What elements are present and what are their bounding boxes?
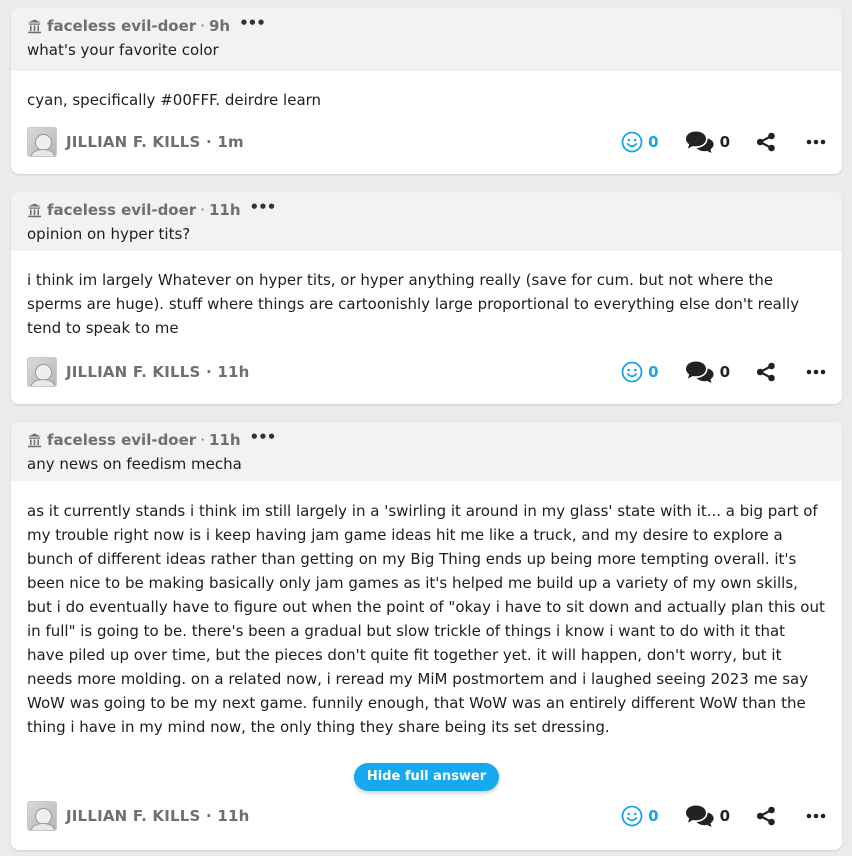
more-options-button[interactable] bbox=[806, 813, 826, 819]
action-bar: 0 0 bbox=[621, 360, 826, 384]
comment-count: 0 bbox=[719, 133, 730, 151]
asker-name[interactable]: faceless evil-doer bbox=[47, 431, 196, 449]
avatar[interactable] bbox=[27, 127, 57, 157]
asker-row: faceless evil-doer · 9h ••• bbox=[27, 15, 826, 37]
more-dots-icon[interactable]: ••• bbox=[250, 200, 277, 215]
more-dots-icon[interactable]: ••• bbox=[239, 16, 266, 31]
share-icon bbox=[756, 362, 775, 382]
chat-bubbles-icon bbox=[685, 805, 714, 827]
question-block: faceless evil-doer · 11h ••• any news on… bbox=[11, 422, 842, 481]
answer-card: faceless evil-doer · 11h ••• opinion on … bbox=[11, 192, 842, 404]
reaction-button[interactable]: 0 bbox=[621, 805, 659, 827]
question-text: any news on feedism mecha bbox=[27, 455, 242, 473]
asked-time: 11h bbox=[208, 201, 241, 219]
answer-text: cyan, specifically #00FFF. deirdre learn bbox=[27, 91, 322, 109]
hide-full-answer-button[interactable]: Hide full answer bbox=[354, 763, 499, 791]
more-dots-icon[interactable]: ••• bbox=[250, 430, 277, 445]
more-dots-icon bbox=[806, 813, 826, 819]
question-text: opinion on hyper tits? bbox=[27, 225, 191, 243]
more-options-button[interactable] bbox=[806, 139, 826, 145]
author-name[interactable]: JILLIAN F. KILLS · 1m bbox=[66, 133, 244, 151]
comment-button[interactable]: 0 bbox=[685, 360, 730, 384]
smiley-icon bbox=[621, 131, 643, 153]
comment-button[interactable]: 0 bbox=[685, 804, 730, 828]
shrine-icon bbox=[27, 203, 42, 218]
answer-text: as it currently stands i think im still … bbox=[27, 502, 825, 736]
author-name[interactable]: JILLIAN F. KILLS · 11h bbox=[66, 807, 249, 825]
more-dots-icon bbox=[806, 139, 826, 145]
comment-button[interactable]: 0 bbox=[685, 130, 730, 154]
question-text: what's your favorite color bbox=[27, 41, 219, 59]
asker-row: faceless evil-doer · 11h ••• bbox=[27, 199, 826, 221]
question-block: faceless evil-doer · 11h ••• opinion on … bbox=[11, 192, 842, 251]
reaction-count: 0 bbox=[648, 133, 659, 151]
answer-footer: JILLIAN F. KILLS · 1m 0 0 bbox=[27, 127, 826, 157]
answer-card: faceless evil-doer · 11h ••• any news on… bbox=[11, 422, 842, 850]
separator: · bbox=[200, 201, 205, 219]
reaction-button[interactable]: 0 bbox=[621, 361, 659, 383]
answer-card: faceless evil-doer · 9h ••• what's your … bbox=[11, 8, 842, 174]
answer-text: i think im largely Whatever on hyper tit… bbox=[27, 271, 800, 337]
share-button[interactable] bbox=[756, 362, 776, 382]
share-icon bbox=[756, 132, 775, 152]
share-icon bbox=[756, 806, 775, 826]
reaction-count: 0 bbox=[648, 363, 659, 381]
comment-count: 0 bbox=[719, 807, 730, 825]
reaction-count: 0 bbox=[648, 807, 659, 825]
more-dots-icon bbox=[806, 369, 826, 375]
reaction-button[interactable]: 0 bbox=[621, 131, 659, 153]
answer-footer: JILLIAN F. KILLS · 11h 0 0 bbox=[27, 357, 826, 387]
comment-count: 0 bbox=[719, 363, 730, 381]
action-bar: 0 0 bbox=[621, 804, 826, 828]
asked-time: 11h bbox=[208, 431, 241, 449]
chat-bubbles-icon bbox=[685, 131, 714, 153]
shrine-icon bbox=[27, 19, 42, 34]
share-button[interactable] bbox=[756, 806, 776, 826]
avatar[interactable] bbox=[27, 357, 57, 387]
asker-name[interactable]: faceless evil-doer bbox=[47, 17, 196, 35]
action-bar: 0 0 bbox=[621, 130, 826, 154]
answer-footer: JILLIAN F. KILLS · 11h 0 0 bbox=[27, 801, 826, 831]
avatar[interactable] bbox=[27, 801, 57, 831]
separator: · bbox=[200, 431, 205, 449]
separator: · bbox=[200, 17, 205, 35]
more-options-button[interactable] bbox=[806, 369, 826, 375]
author-name[interactable]: JILLIAN F. KILLS · 11h bbox=[66, 363, 249, 381]
smiley-icon bbox=[621, 805, 643, 827]
asked-time: 9h bbox=[208, 17, 231, 35]
shrine-icon bbox=[27, 433, 42, 448]
chat-bubbles-icon bbox=[685, 361, 714, 383]
smiley-icon bbox=[621, 361, 643, 383]
asker-row: faceless evil-doer · 11h ••• bbox=[27, 429, 826, 451]
share-button[interactable] bbox=[756, 132, 776, 152]
asker-name[interactable]: faceless evil-doer bbox=[47, 201, 196, 219]
question-block: faceless evil-doer · 9h ••• what's your … bbox=[11, 8, 842, 71]
